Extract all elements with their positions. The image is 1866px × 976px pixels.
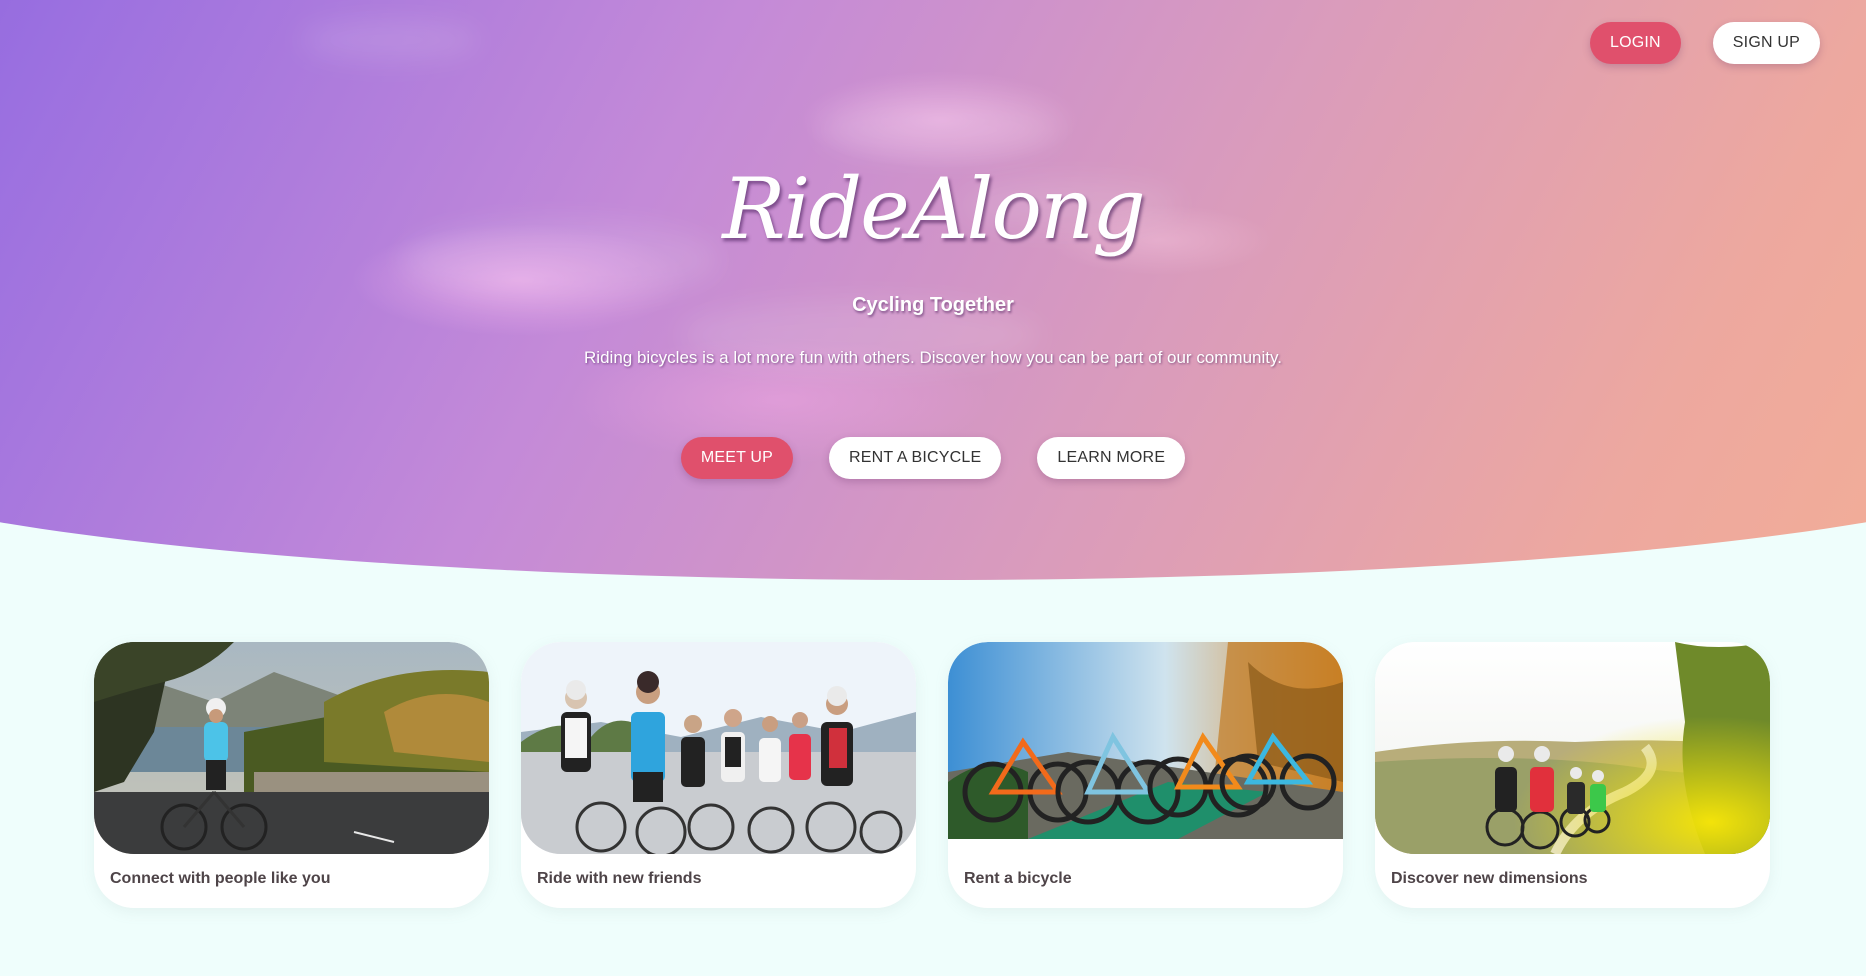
cyclist-on-coastal-road-photo [94,642,489,854]
hero-actions: MEET UP RENT A BICYCLE LEARN MORE [0,437,1866,479]
group-of-cyclists-photo [521,642,916,854]
hero-tagline: Cycling Together [852,294,1014,316]
feature-cards: Connect with people like you Ride with n… [94,642,1770,908]
card-label: Rent a bicycle [964,870,1072,887]
login-button[interactable]: LOGIN [1590,22,1681,64]
hero-description: Riding bicycles is a lot more fun with o… [584,348,1282,367]
learn-more-button[interactable]: LEARN MORE [1037,437,1186,479]
feature-card-rent[interactable]: Rent a bicycle [948,642,1343,908]
top-nav: LOGIN SIGN UP [1590,22,1820,64]
card-label: Discover new dimensions [1391,870,1588,887]
cyclists-on-country-road-photo [1375,642,1770,854]
card-label: Connect with people like you [110,870,331,887]
brand-logo: RideAlong [722,160,1146,258]
hero-banner [0,0,1866,580]
signup-button[interactable]: SIGN UP [1712,22,1820,64]
rent-bicycle-button[interactable]: RENT A BICYCLE [829,437,1002,479]
card-label: Ride with new friends [537,870,702,887]
feature-card-connect[interactable]: Connect with people like you [94,642,489,908]
meet-up-button[interactable]: MEET UP [680,437,794,479]
page: LOGIN SIGN UP RideAlong Cycling Together… [0,0,1866,976]
feature-card-discover[interactable]: Discover new dimensions [1375,642,1770,908]
feature-card-ride[interactable]: Ride with new friends [521,642,916,908]
row-of-bicycles-photo [948,642,1343,839]
